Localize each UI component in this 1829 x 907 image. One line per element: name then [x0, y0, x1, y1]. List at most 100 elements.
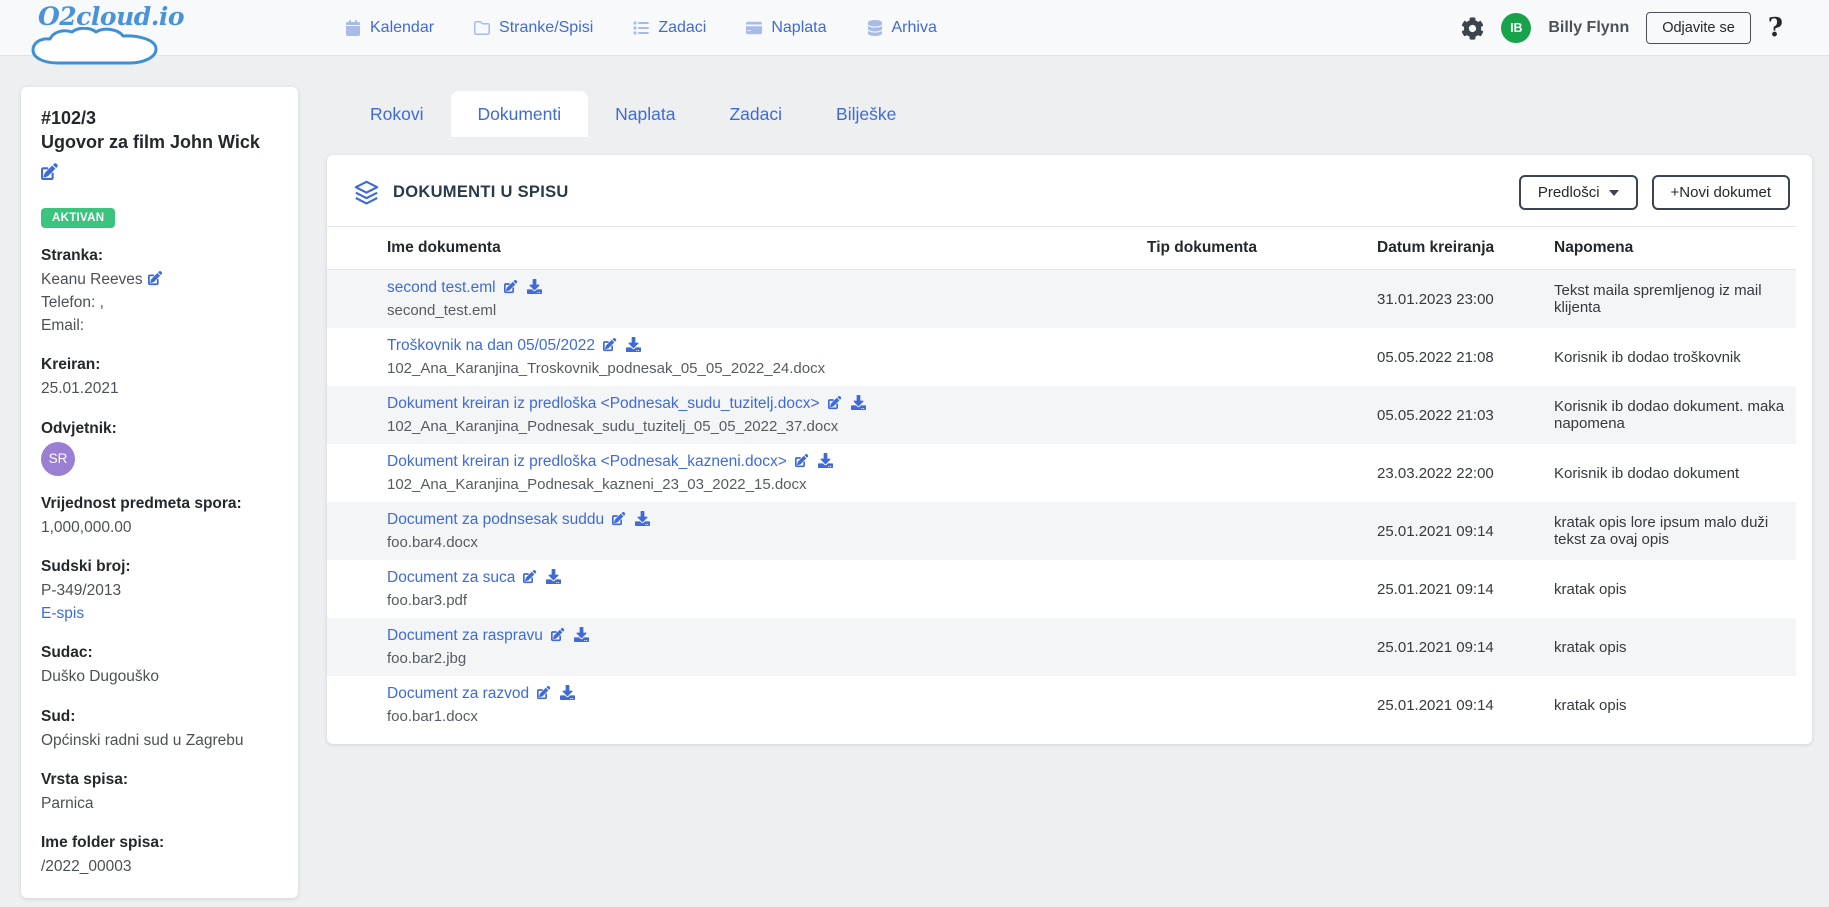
case-field-sudski-broj: Sudski broj: P-349/2013 E-spis	[41, 558, 278, 626]
download-document-icon[interactable]	[635, 511, 650, 526]
case-field-odvjetnik: Odvjetnik: SR	[41, 420, 278, 476]
vrsta-value: Parnica	[41, 792, 278, 815]
tab-biljeske[interactable]: Bilješke	[809, 91, 923, 137]
user-name: Billy Flynn	[1548, 19, 1629, 37]
edit-case-icon[interactable]	[41, 162, 60, 181]
app-logo[interactable]: O2cloud.io	[30, 2, 180, 66]
document-filename: 102_Ana_Karanjina_Troskovnik_podnesak_05…	[387, 359, 1137, 378]
tab-dokumenti[interactable]: Dokumenti	[451, 91, 589, 137]
lawyer-avatar[interactable]: SR	[41, 442, 75, 476]
document-date: 25.01.2021 09:14	[1377, 676, 1554, 734]
edit-document-icon[interactable]	[537, 685, 552, 700]
case-tabs: Rokovi Dokumenti Naplata Zadaci Bilješke	[327, 91, 1812, 137]
help-icon[interactable]: ?	[1768, 15, 1783, 41]
logo-text: O2cloud.io	[30, 2, 180, 31]
field-label: Kreiran:	[41, 356, 278, 374]
document-link[interactable]: Document za podnsesak suddu	[387, 511, 604, 528]
download-document-icon[interactable]	[574, 627, 589, 642]
document-date: 23.03.2022 22:00	[1377, 444, 1554, 502]
sud-value: Općinski radni sud u Zagrebu	[41, 729, 278, 752]
download-document-icon[interactable]	[546, 569, 561, 584]
user-avatar[interactable]: IB	[1501, 13, 1531, 43]
document-date: 05.05.2022 21:03	[1377, 386, 1554, 444]
tab-rokovi[interactable]: Rokovi	[343, 91, 451, 137]
document-link[interactable]: Document za razvod	[387, 685, 529, 702]
document-filename: foo.bar1.docx	[387, 707, 1137, 726]
settings-gear-icon[interactable]	[1461, 17, 1484, 40]
vrijednost-value: 1,000,000.00	[41, 516, 278, 539]
field-label: Stranka:	[41, 247, 278, 265]
document-note: Korisnik ib dodao dokument	[1554, 444, 1796, 502]
nav-item-arhiva[interactable]: Arhiva	[867, 19, 937, 37]
edit-document-icon[interactable]	[828, 395, 843, 410]
nav-label: Naplata	[771, 19, 826, 37]
table-row: Dokument kreiran iz predloška <Podnesak_…	[327, 386, 1796, 444]
layers-icon	[353, 179, 380, 206]
nav-item-kalendar[interactable]: Kalendar	[345, 19, 434, 37]
tasks-icon	[633, 20, 649, 36]
edit-document-icon[interactable]	[603, 337, 618, 352]
edit-stranka-icon[interactable]	[148, 270, 164, 286]
document-filename: foo.bar4.docx	[387, 533, 1137, 552]
stranka-name: Keanu Reeves	[41, 271, 143, 288]
espis-link[interactable]: E-spis	[41, 605, 84, 622]
document-link[interactable]: second test.eml	[387, 279, 496, 296]
download-document-icon[interactable]	[818, 453, 833, 468]
case-field-vrsta-spisa: Vrsta spisa: Parnica	[41, 771, 278, 815]
edit-document-icon[interactable]	[551, 627, 566, 642]
table-row: Troškovnik na dan 05/05/2022 102_Ana_Kar…	[327, 328, 1796, 386]
chevron-down-icon	[1609, 190, 1619, 196]
nav-item-zadaci[interactable]: Zadaci	[633, 19, 706, 37]
tab-naplata[interactable]: Naplata	[588, 91, 702, 137]
table-header-row: Ime dokumenta Tip dokumenta Datum kreira…	[327, 227, 1796, 270]
case-title: Ugovor za film John Wick	[41, 131, 278, 155]
field-label: Sudski broj:	[41, 558, 278, 576]
tab-zadaci[interactable]: Zadaci	[702, 91, 809, 137]
document-date: 05.05.2022 21:08	[1377, 328, 1554, 386]
document-note: Korisnik ib dodao dokument. maka napomen…	[1554, 386, 1796, 444]
document-link[interactable]: Troškovnik na dan 05/05/2022	[387, 337, 595, 354]
document-date: 25.01.2021 09:14	[1377, 618, 1554, 676]
download-document-icon[interactable]	[560, 685, 575, 700]
sudski-broj-value: P-349/2013	[41, 579, 278, 602]
table-row: Document za raspravu foo.bar2.jbg 25.01.…	[327, 618, 1796, 676]
nav-item-naplata[interactable]: Naplata	[746, 19, 826, 37]
document-link[interactable]: Dokument kreiran iz predloška <Podnesak_…	[387, 395, 820, 412]
case-field-folder: Ime folder spisa: /2022_00003	[41, 834, 278, 878]
panel-title: DOKUMENTI U SPISU	[393, 183, 569, 202]
field-label: Ime folder spisa:	[41, 834, 278, 852]
document-type	[1147, 386, 1377, 444]
document-type	[1147, 328, 1377, 386]
edit-document-icon[interactable]	[612, 511, 627, 526]
field-label: Odvjetnik:	[41, 420, 278, 438]
edit-document-icon[interactable]	[504, 279, 519, 294]
document-filename: second_test.eml	[387, 301, 1137, 320]
sudac-value: Duško Dugouško	[41, 665, 278, 688]
main-nav: Kalendar Stranke/Spisi Zadaci Naplata Ar…	[345, 19, 937, 37]
document-type	[1147, 270, 1377, 329]
folder-icon	[474, 20, 490, 36]
case-field-sud: Sud: Općinski radni sud u Zagrebu	[41, 708, 278, 752]
stranka-email: Email:	[41, 314, 278, 337]
nav-item-stranke-spisi[interactable]: Stranke/Spisi	[474, 19, 593, 37]
document-link[interactable]: Document za suca	[387, 569, 515, 586]
document-link[interactable]: Document za raspravu	[387, 627, 543, 644]
documents-panel: DOKUMENTI U SPISU Predlošci +Novi dokume…	[327, 155, 1812, 744]
table-row: Document za suca foo.bar3.pdf 25.01.2021…	[327, 560, 1796, 618]
edit-document-icon[interactable]	[795, 453, 810, 468]
edit-document-icon[interactable]	[523, 569, 538, 584]
nav-label: Arhiva	[892, 19, 937, 37]
field-label: Vrsta spisa:	[41, 771, 278, 789]
document-type	[1147, 502, 1377, 560]
download-document-icon[interactable]	[527, 279, 542, 294]
logout-button[interactable]: Odjavite se	[1646, 12, 1751, 44]
case-sidebar: #102/3 Ugovor za film John Wick AKTIVAN …	[21, 87, 298, 898]
download-document-icon[interactable]	[626, 337, 641, 352]
novi-dokument-button[interactable]: +Novi dokumet	[1652, 175, 1790, 210]
document-date: 31.01.2023 23:00	[1377, 270, 1554, 329]
field-label: Vrijednost predmeta spora:	[41, 495, 278, 513]
predlosci-button[interactable]: Predlošci	[1519, 175, 1638, 210]
document-link[interactable]: Dokument kreiran iz predloška <Podnesak_…	[387, 453, 787, 470]
download-document-icon[interactable]	[851, 395, 866, 410]
document-note: kratak opis	[1554, 560, 1796, 618]
